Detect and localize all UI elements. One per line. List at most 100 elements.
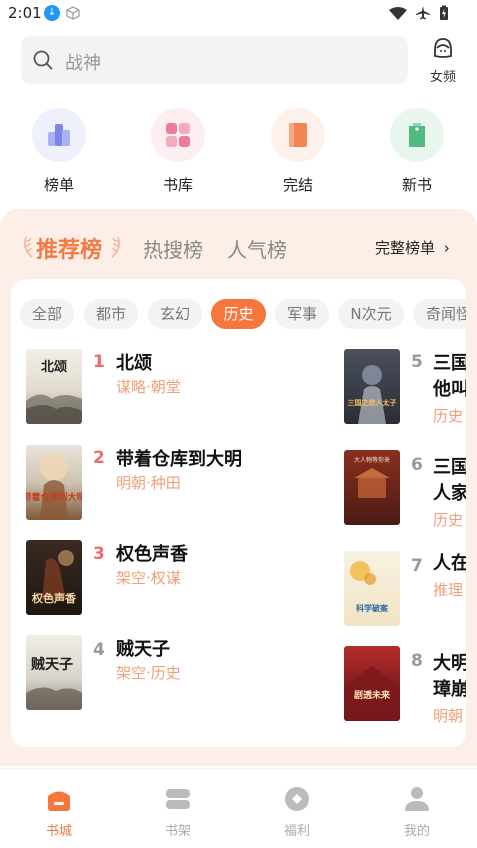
tab-popularity[interactable]: 人气榜 bbox=[227, 234, 287, 263]
quick-nav-label: 完结 bbox=[282, 176, 313, 194]
tab-welfare[interactable]: 福利 bbox=[267, 786, 327, 839]
cover-text: 带着仓库到大明 bbox=[26, 491, 82, 503]
book-tags: 历史 bbox=[433, 407, 464, 425]
book-tags: 明朝·种田 bbox=[116, 474, 181, 492]
chevron-right-icon: › bbox=[443, 239, 450, 257]
book-cover: 科学破案 bbox=[344, 551, 400, 626]
female-channel-label: 女频 bbox=[429, 70, 456, 85]
chip-history[interactable]: 历史 bbox=[211, 299, 266, 329]
laurel-right-icon bbox=[110, 235, 124, 263]
book-tags: 推理 bbox=[433, 581, 464, 599]
full-list-link[interactable]: 完整榜单 › bbox=[375, 237, 450, 258]
book-tags: 明朝 bbox=[433, 707, 464, 725]
book-item[interactable]: 贼天子 bbox=[26, 635, 82, 710]
book-item[interactable]: 三国之庶人太子 bbox=[344, 349, 400, 424]
book-text-clip: 人在 推理 bbox=[433, 549, 466, 635]
laurel-left-icon bbox=[20, 235, 34, 263]
ranking-icon bbox=[32, 108, 86, 162]
quick-nav-label: 榜单 bbox=[43, 176, 74, 194]
library-icon bbox=[151, 108, 205, 162]
cover-text: 大人物等你来 bbox=[354, 456, 390, 464]
quick-nav-completed[interactable]: 完结 bbox=[258, 108, 338, 195]
book-item[interactable]: 剧透未来 bbox=[344, 646, 400, 721]
rank-number: 5 bbox=[411, 352, 423, 372]
book-item[interactable]: 带着仓库到大明 bbox=[26, 445, 82, 520]
chip-clip: 奇闻怪谈 bbox=[413, 299, 466, 329]
book-title-line2: 他叫 bbox=[433, 379, 466, 400]
new-book-icon bbox=[390, 108, 444, 162]
battery-icon bbox=[439, 5, 449, 25]
book-tags: 架空·历史 bbox=[116, 664, 181, 682]
book-cover: 北颂 bbox=[26, 349, 82, 424]
book-title: 人在 bbox=[433, 553, 466, 574]
bookstore-icon bbox=[44, 791, 74, 816]
profile-icon bbox=[402, 787, 432, 816]
quick-nav-ranking[interactable]: 榜单 bbox=[19, 108, 99, 195]
tab-bar-divider bbox=[0, 768, 477, 769]
cover-text: 权色声香 bbox=[31, 591, 77, 605]
book-text-clip: 三国 人家 历史 bbox=[433, 453, 466, 539]
package-icon bbox=[66, 5, 80, 24]
full-list-label: 完整榜单 bbox=[375, 239, 436, 257]
search-icon bbox=[33, 50, 53, 74]
book-item[interactable]: 北颂 bbox=[26, 349, 82, 424]
cover-text: 三国之庶人太子 bbox=[348, 398, 397, 407]
bookshelf-icon bbox=[163, 789, 193, 816]
chip-strange-tales[interactable]: 奇闻怪谈 bbox=[413, 299, 466, 329]
tab-label: 书架 bbox=[164, 824, 191, 839]
welfare-icon bbox=[282, 787, 312, 816]
cover-text: 剧透未来 bbox=[354, 689, 391, 701]
chip-city[interactable]: 都市 bbox=[84, 299, 138, 329]
chip-all[interactable]: 全部 bbox=[20, 299, 74, 329]
rank-number: 4 bbox=[93, 640, 105, 660]
book-title: 三国 bbox=[433, 457, 466, 478]
book-text-clip: 三国 他叫 历史 bbox=[433, 349, 466, 435]
female-avatar-icon bbox=[431, 38, 455, 64]
rank-number: 7 bbox=[411, 556, 423, 576]
quick-nav-label: 书库 bbox=[162, 176, 193, 194]
cover-text: 贼天子 bbox=[30, 656, 73, 673]
book-title-line2: 人家 bbox=[433, 483, 466, 504]
rank-number: 1 bbox=[93, 352, 105, 372]
tab-recommend[interactable]: 推荐榜 bbox=[36, 232, 102, 264]
quick-nav-new[interactable]: 新书 bbox=[377, 108, 457, 195]
wifi-icon bbox=[389, 6, 407, 25]
tab-label: 书城 bbox=[45, 824, 72, 839]
status-time: 2:01 bbox=[8, 4, 42, 22]
book-tags: 架空·权谋 bbox=[116, 569, 181, 587]
tab-label: 我的 bbox=[403, 824, 430, 839]
book-cover: 贼天子 bbox=[26, 635, 82, 710]
rank-number: 6 bbox=[411, 455, 423, 475]
book-text-clip: 大明 璋崩 明朝 bbox=[433, 649, 466, 735]
chip-fantasy[interactable]: 玄幻 bbox=[148, 299, 202, 329]
cover-text: 科学破案 bbox=[356, 603, 389, 613]
book-cover: 大人物等你来 bbox=[344, 450, 400, 525]
book-cover: 权色声香 bbox=[26, 540, 82, 615]
book-cover: 带着仓库到大明 bbox=[26, 445, 82, 520]
search-placeholder: 战神 bbox=[65, 53, 101, 74]
search-bar[interactable]: 战神 bbox=[21, 36, 408, 84]
airplane-icon bbox=[415, 5, 431, 25]
download-icon: ↓ bbox=[44, 5, 60, 21]
rank-number: 2 bbox=[93, 448, 105, 468]
book-cover: 三国之庶人太子 bbox=[344, 349, 400, 424]
tab-hot-search[interactable]: 热搜榜 bbox=[143, 234, 203, 263]
book-item[interactable]: 权色声香 bbox=[26, 540, 82, 615]
book-title: 北颂 bbox=[116, 353, 152, 374]
quick-nav-library[interactable]: 书库 bbox=[138, 108, 218, 195]
book-title: 权色声香 bbox=[116, 544, 188, 565]
book-cover: 剧透未来 bbox=[344, 646, 400, 721]
rank-number: 8 bbox=[411, 651, 423, 671]
tab-bookstore[interactable]: 书城 bbox=[29, 786, 89, 839]
female-channel-button[interactable]: 女频 bbox=[423, 36, 463, 85]
chip-military[interactable]: 军事 bbox=[275, 299, 329, 329]
completed-icon bbox=[271, 108, 325, 162]
cover-text: 北颂 bbox=[41, 360, 67, 375]
tab-bookshelf[interactable]: 书架 bbox=[148, 786, 208, 839]
book-title: 三国 bbox=[433, 353, 466, 374]
book-title: 贼天子 bbox=[116, 639, 170, 660]
tab-profile[interactable]: 我的 bbox=[387, 786, 447, 839]
chip-n-dimension[interactable]: N次元 bbox=[338, 299, 404, 329]
book-item[interactable]: 科学破案 bbox=[344, 551, 400, 626]
book-item[interactable]: 大人物等你来 bbox=[344, 450, 400, 525]
